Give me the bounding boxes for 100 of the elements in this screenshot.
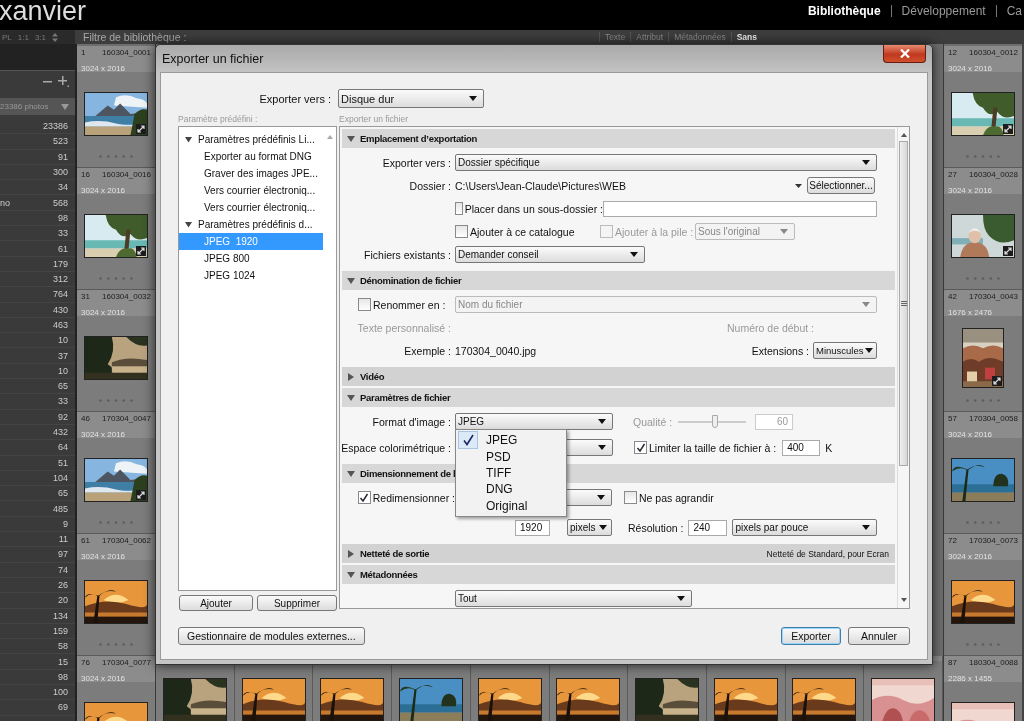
scroll-up-icon[interactable] — [900, 133, 907, 137]
photo-count: 58 — [58, 641, 68, 652]
quality-slider[interactable] — [678, 414, 746, 429]
preset-item[interactable]: Vers courrier électroniq... — [179, 199, 323, 216]
preset-item[interactable]: Vers courrier électroniq... — [179, 182, 323, 199]
remove-button[interactable]: Supprimer — [257, 595, 337, 611]
cancel-button[interactable]: Annuler — [848, 627, 910, 645]
module-tab[interactable]: Développement — [901, 4, 986, 18]
section-title: Métadonnées — [360, 569, 418, 580]
photo-dimensions: 2286 x 1455 — [948, 674, 993, 683]
close-button[interactable] — [883, 45, 926, 63]
caret-icon[interactable] — [795, 183, 802, 188]
preset-folder[interactable]: Paramètres prédéfinis Li... — [179, 131, 336, 148]
plus-icon[interactable] — [58, 75, 69, 87]
photo-cell[interactable]: 61 170304_0062 3024 x 2016 — [77, 534, 155, 656]
export-button[interactable]: Exporter — [781, 627, 841, 645]
photo-count: 97 — [58, 549, 68, 560]
section-header[interactable]: Emplacement d’exportation — [342, 129, 895, 148]
photo-cell[interactable]: 87 180304_0088 2286 x 1455 — [944, 656, 1022, 721]
subfolder-field[interactable] — [603, 200, 877, 217]
filter-tab[interactable]: Sans — [730, 32, 762, 42]
module-tab[interactable]: Ca — [1006, 4, 1022, 18]
photo-cell[interactable]: 72 170304_0073 3024 x 2016 — [944, 534, 1022, 656]
section-summary: Netteté de Standard, pour Ecran — [766, 548, 889, 559]
section-title: Dimensionnement de l — [360, 468, 456, 479]
preset-item[interactable]: JPEG 800 — [179, 250, 323, 267]
panel-caption: Exporter un fichier — [339, 114, 408, 126]
photo-cell[interactable]: 1 160304_0001 3024 x 2016 — [77, 46, 155, 168]
format-dropdown[interactable]: JPEG — [455, 413, 613, 430]
checkbox[interactable]: Redimensionner : — [340, 491, 455, 504]
file-size-field[interactable]: 400 — [782, 439, 821, 456]
checkbox[interactable]: Ajouter à ce catalogue — [455, 225, 600, 238]
field-label: Qualité : — [633, 415, 674, 428]
section-header[interactable]: Paramètres de fichier — [342, 388, 895, 407]
photo-count: 10 — [58, 365, 68, 376]
photo-cell[interactable]: 16 160304_0016 3024 x 2016 — [77, 168, 155, 290]
size-field[interactable]: 1920 — [515, 519, 550, 536]
photo-dimensions: 3024 x 2016 — [948, 430, 993, 439]
existing-files-dropdown[interactable]: Demander conseil — [455, 246, 645, 263]
photo-cell[interactable]: 57 170304_0058 3024 x 2016 — [944, 412, 1022, 534]
file-name: 180304_0088 — [969, 658, 1018, 667]
metadata-dropdown[interactable]: Tout — [455, 590, 692, 607]
resolution-field[interactable]: 240 — [688, 519, 728, 536]
photo-count: 98 — [58, 212, 68, 223]
photo-dimensions: 3024 x 2016 — [948, 64, 993, 73]
collection-name[interactable]: no — [0, 197, 10, 208]
section-header[interactable]: Métadonnées — [342, 565, 895, 584]
photo-dimensions: 3024 x 2016 — [81, 308, 126, 317]
photo-count: 159 — [52, 625, 68, 636]
photo-cell[interactable]: 31 160304_0032 3024 x 2016 — [77, 290, 155, 412]
photo-count: 91 — [58, 151, 68, 162]
add-button[interactable]: Ajouter — [179, 595, 253, 611]
file-name: 170304_0058 — [969, 414, 1018, 423]
photo-index: 27 — [948, 170, 957, 179]
caret-icon — [677, 596, 685, 601]
folder-path: C:\Users\Jean-Claude\Pictures\WEB — [455, 179, 627, 192]
menu-item[interactable]: JPEG — [458, 432, 564, 449]
checkbox[interactable]: Ne pas agrandir — [624, 491, 714, 504]
module-tab[interactable]: Bibliothèque — [807, 4, 881, 18]
menu-item[interactable]: PSD — [458, 448, 564, 465]
checkmark-icon — [635, 442, 646, 453]
preset-item[interactable]: Graver des images JPE... — [179, 165, 323, 182]
export-target-dropdown[interactable]: Disque dur — [338, 89, 484, 108]
photo-cell[interactable]: 46 170304_0047 3024 x 2016 — [77, 412, 155, 534]
preset-folder[interactable]: Paramètres prédéfinis d... — [179, 216, 336, 233]
photo-count: 64 — [58, 442, 68, 453]
photo-cell[interactable]: 76 170304_0077 3024 x 2016 — [77, 656, 155, 721]
menu-item[interactable]: DNG — [458, 481, 564, 498]
photo-cell[interactable]: 27 160304_0028 3024 x 2016 — [944, 168, 1022, 290]
photo-dimensions: 3024 x 2016 — [81, 430, 126, 439]
photo-count: 26 — [58, 580, 68, 591]
photo-count: 179 — [52, 258, 68, 269]
caret-icon — [599, 525, 607, 530]
checkbox[interactable]: Limiter la taille de fichier à : — [634, 441, 777, 454]
section-header[interactable]: Vidéo — [342, 367, 895, 386]
scroll-down-icon[interactable] — [900, 598, 907, 602]
plugin-manager-button[interactable]: Gestionnaire de modules externes... — [178, 627, 365, 645]
resolution-unit-dropdown[interactable]: pixels par pouce — [732, 519, 877, 536]
menu-item[interactable]: TIFF — [458, 464, 564, 482]
photo-cell[interactable]: 42 170304_0043 1676 x 2476 — [944, 290, 1022, 412]
extensions-dropdown[interactable]: Minuscules — [813, 342, 877, 359]
example-filename: 170304_0040.jpg — [455, 344, 538, 357]
section-header[interactable]: Netteté de sortie Netteté de Standard, pour Ecran — [342, 544, 895, 563]
grip-icon — [900, 301, 907, 306]
preset-item[interactable]: JPEG 1024 — [179, 267, 323, 284]
select-button[interactable]: Sélectionner... — [807, 177, 875, 194]
destination-dropdown[interactable]: Dossier spécifique — [455, 154, 877, 171]
menu-item[interactable]: Original — [458, 497, 564, 514]
section-header[interactable]: Dénomination de fichier — [342, 271, 895, 290]
photo-index: 61 — [81, 536, 90, 545]
field-label: Espace colorimétrique : — [340, 441, 451, 454]
scrollbar[interactable] — [897, 127, 909, 608]
file-name: 170304_0047 — [102, 414, 151, 423]
unit-dropdown[interactable]: pixels — [567, 519, 612, 536]
caret-icon — [862, 302, 870, 307]
photo-cell[interactable]: 12 160304_0012 3024 x 2016 — [944, 46, 1022, 168]
preset-item[interactable]: Exporter au format DNG — [179, 148, 323, 165]
up-down-arrow-icon[interactable] — [52, 32, 59, 42]
checkbox[interactable]: Placer dans un sous-dossier : — [455, 202, 603, 215]
photo-dimensions: 3024 x 2016 — [948, 552, 993, 561]
